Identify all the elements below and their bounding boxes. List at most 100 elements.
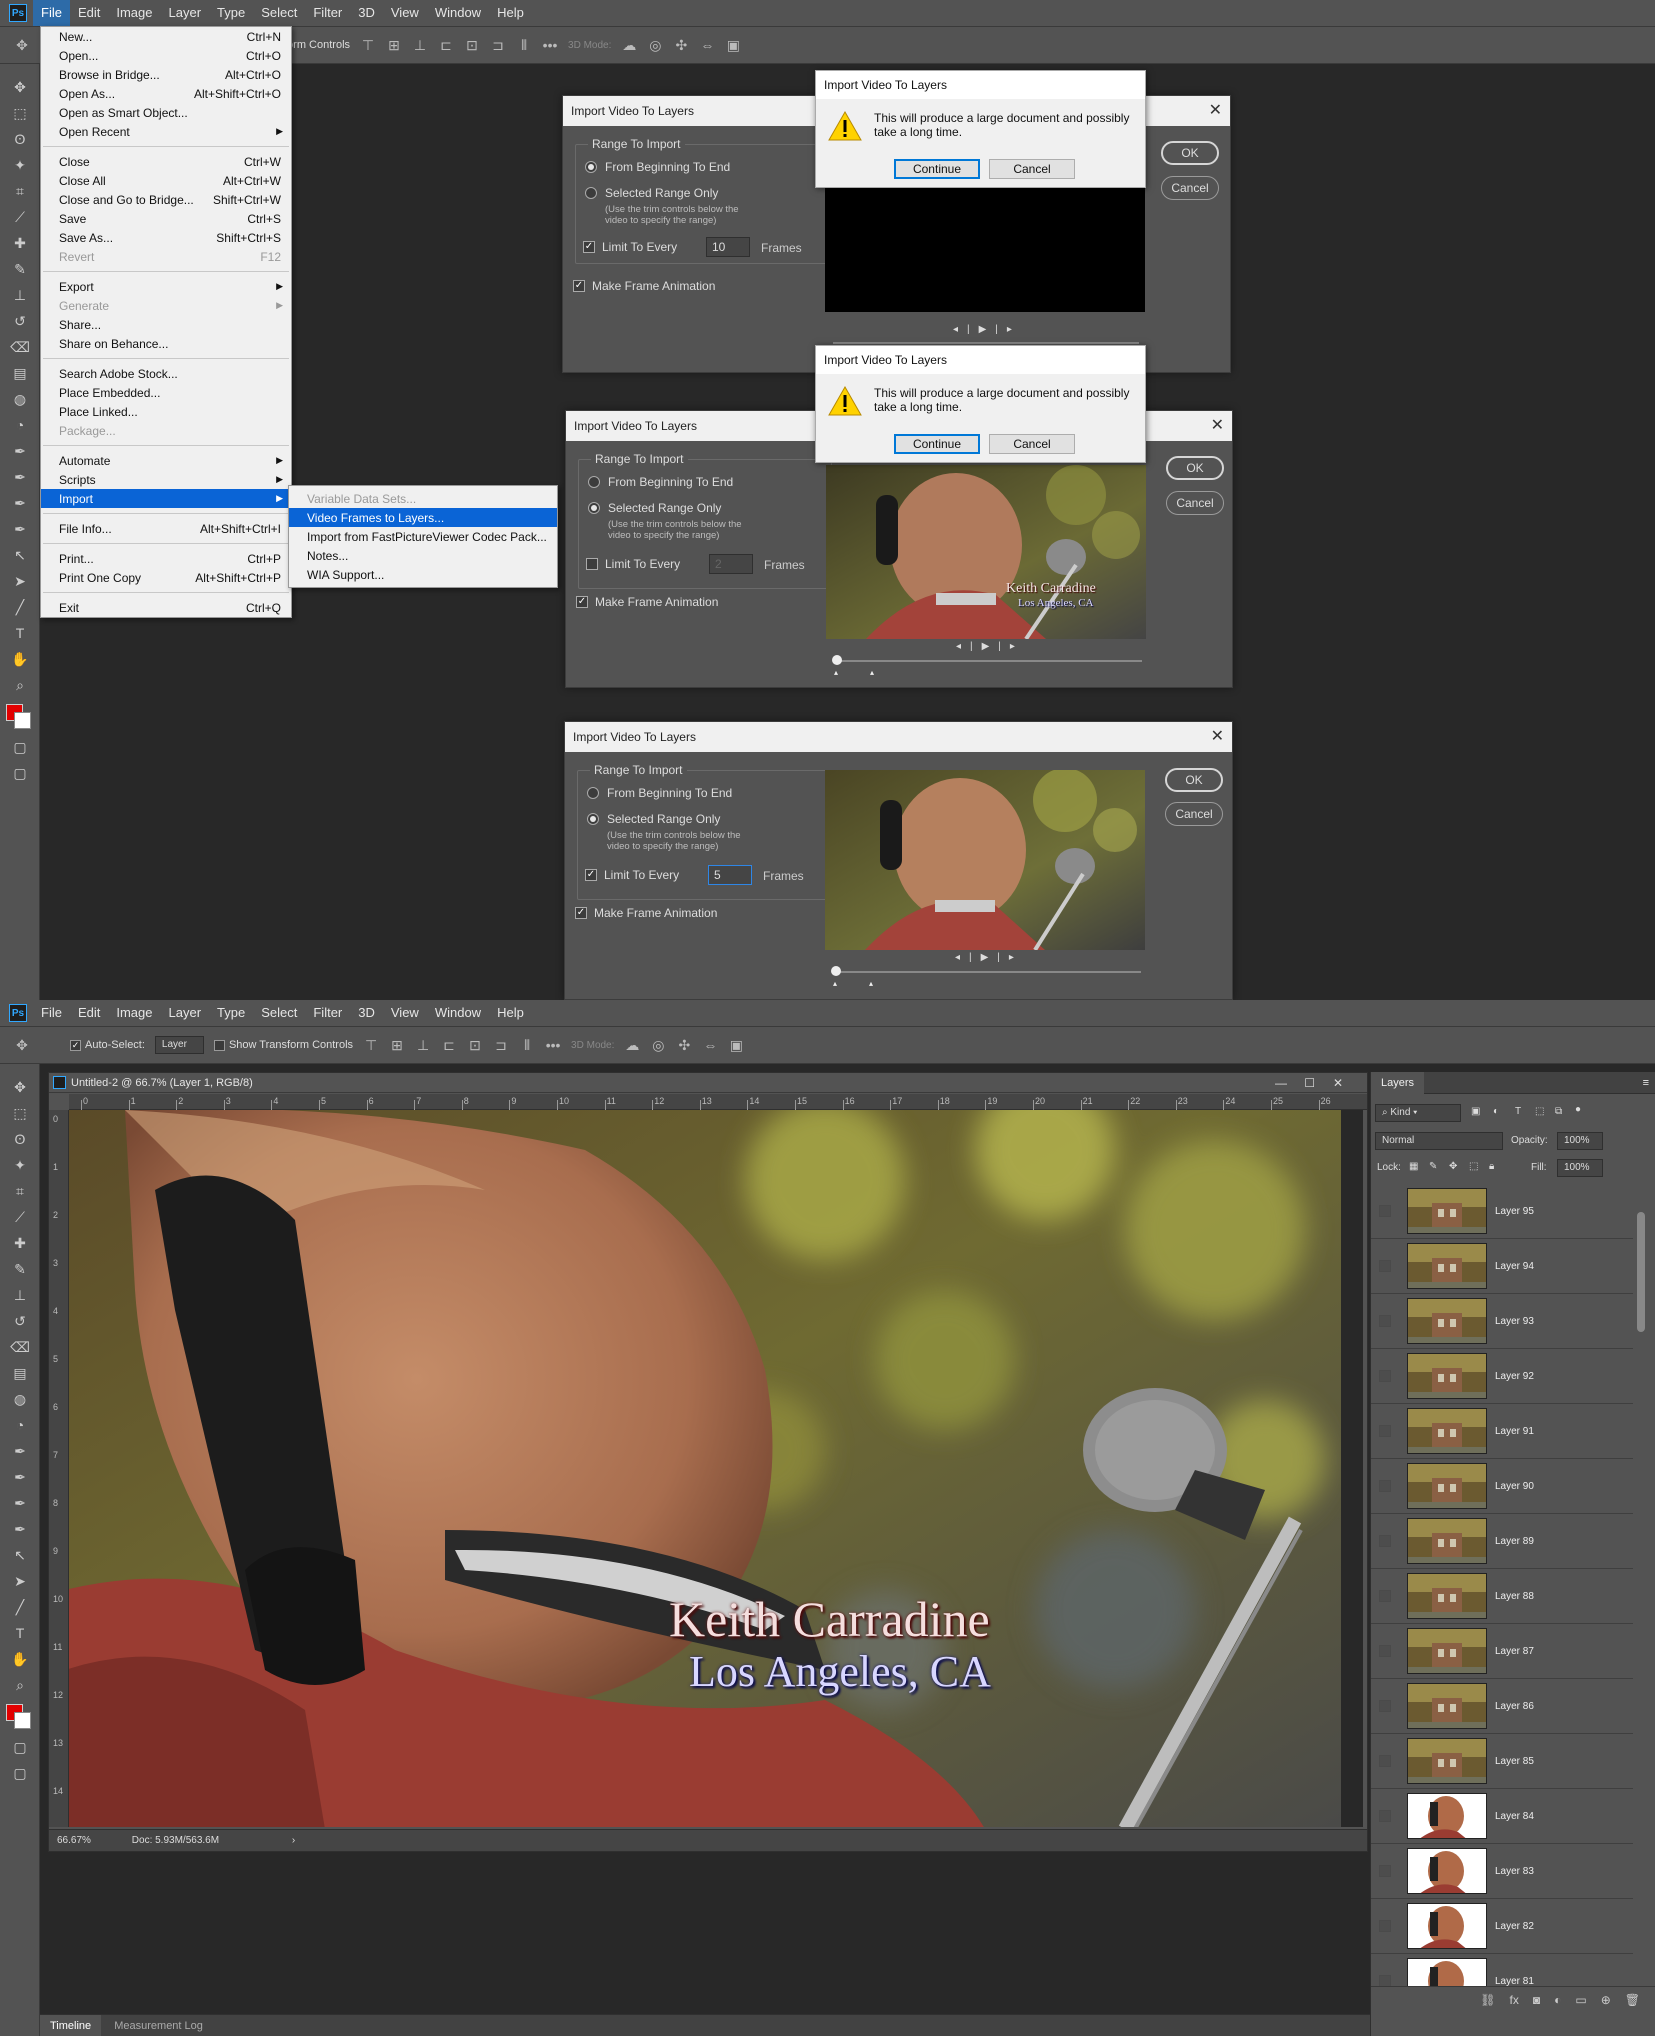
path-select-icon[interactable]: ↖ [0,542,40,568]
trim-slider[interactable] [836,660,1142,662]
direct-select-icon[interactable]: ➤ [0,568,40,594]
file-menu-item-close-and-go-to-bridge[interactable]: Close and Go to Bridge... Shift+Ctrl+W [41,190,291,209]
layer-name[interactable]: Layer 88 [1495,1591,1534,1602]
import-menu-item-import-from-fastpictureviewer-codec-pack[interactable]: Import from FastPictureViewer Codec Pack… [289,527,557,546]
3d-slide-icon[interactable]: ⇔ [699,37,715,53]
quick-mask-icon[interactable]: ▢ [0,1734,40,1760]
document-size[interactable]: Doc: 5.93M/563.6M [132,1835,219,1846]
layer-row[interactable]: Layer 93 [1371,1294,1633,1349]
layer-visibility-toggle[interactable] [1379,1920,1391,1932]
align-left-icon[interactable]: ⊏ [438,37,454,53]
direct-select-icon[interactable]: ➤ [0,1568,40,1594]
background-color[interactable] [14,1712,31,1729]
spot-heal-tool-icon[interactable]: ✚ [0,230,40,256]
layer-visibility-toggle[interactable] [1379,1480,1391,1492]
gradient-tool-icon[interactable]: ▤ [0,360,40,386]
file-menu-item-save[interactable]: Save Ctrl+S [41,209,291,228]
file-menu-item-open[interactable]: Open... Ctrl+O [41,46,291,65]
filter-smart-object-icon[interactable]: ⧉ [1555,1106,1562,1117]
hand-tool-icon[interactable]: ✋ [0,1646,40,1672]
layer-name[interactable]: Layer 94 [1495,1261,1534,1272]
hand-tool-icon[interactable]: ✋ [0,646,40,672]
zoom-tool-icon[interactable]: ⌕ [0,1672,40,1698]
layer-visibility-toggle[interactable] [1379,1370,1391,1382]
more-options-icon[interactable]: ••• [545,1037,561,1053]
layer-visibility-toggle[interactable] [1379,1810,1391,1822]
more-options-icon[interactable]: ••• [542,37,558,53]
auto-select-dropdown[interactable]: Layer [154,1036,204,1054]
import-menu-item-notes[interactable]: Notes... [289,546,557,565]
3d-scale-icon[interactable]: ▣ [725,37,741,53]
file-menu-item-print-one-copy[interactable]: Print One Copy Alt+Shift+Ctrl+P [41,568,291,587]
filter-toggle-icon[interactable]: ● [1575,1104,1581,1115]
quick-select-tool-icon[interactable]: ✦ [0,1152,40,1178]
radio-beginning-to-end[interactable]: From Beginning To End [588,475,733,489]
distribute-icon[interactable]: ⫴ [519,1037,535,1053]
radio-selected-range[interactable]: Selected Range Only [588,501,721,515]
layer-visibility-toggle[interactable] [1379,1260,1391,1272]
menu-help[interactable]: Help [489,1000,532,1026]
radio-beginning-to-end[interactable]: From Beginning To End [587,786,732,800]
file-menu-item-search-adobe-stock[interactable]: Search Adobe Stock... [41,364,291,383]
color-swatches[interactable] [0,698,40,734]
blur-tool-icon[interactable]: ◍ [0,386,40,412]
layer-name[interactable]: Layer 89 [1495,1536,1534,1547]
document-tab[interactable]: Untitled-2 @ 66.7% (Layer 1, RGB/8) — ☐ … [49,1073,1367,1093]
cancel-button[interactable]: Cancel [1166,491,1224,515]
menu-filter[interactable]: Filter [305,1000,350,1026]
file-menu-item-open-as-smart-object[interactable]: Open as Smart Object... [41,103,291,122]
pen-curvature-icon[interactable]: ✒ [0,516,40,542]
layer-name[interactable]: Layer 95 [1495,1206,1534,1217]
layer-row[interactable]: Layer 85 [1371,1734,1633,1789]
pen-alt-tool-icon[interactable]: ✒ [0,464,40,490]
menu-layer[interactable]: Layer [161,1000,210,1026]
quick-mask-icon[interactable]: ▢ [0,734,40,760]
delete-layer-icon[interactable]: 🗑︎ [1625,1993,1640,2007]
3d-roll-icon[interactable]: ◎ [647,37,663,53]
layer-name[interactable]: Layer 81 [1495,1976,1534,1987]
zoom-tool-icon[interactable]: ⌕ [0,672,40,698]
lock-all-icon[interactable]: 🔒︎ [1489,1161,1494,1172]
layer-name[interactable]: Layer 93 [1495,1316,1534,1327]
trim-slider[interactable] [833,342,1139,344]
layer-name[interactable]: Layer 92 [1495,1371,1534,1382]
menu-3d[interactable]: 3D [350,0,383,26]
file-menu-item-share[interactable]: Share... [41,315,291,334]
file-menu-item-exit[interactable]: Exit Ctrl+Q [41,598,291,617]
align-hcenter-icon[interactable]: ⊡ [464,37,480,53]
new-group-icon[interactable]: ▭ [1575,1993,1586,2007]
lock-transparent-icon[interactable]: ▦ [1409,1161,1418,1172]
frame-animation-checkbox[interactable]: ✓ Make Frame Animation [573,279,715,293]
layer-row[interactable]: Layer 90 [1371,1459,1633,1514]
radio-selected-range[interactable]: Selected Range Only [585,186,718,200]
layer-name[interactable]: Layer 84 [1495,1811,1534,1822]
layer-row[interactable]: Layer 87 [1371,1624,1633,1679]
trim-start-handle[interactable] [832,655,842,665]
layer-name[interactable]: Layer 85 [1495,1756,1534,1767]
panel-menu-icon[interactable]: ≡ [1643,1072,1649,1094]
align-bottom-icon[interactable]: ⊥ [415,1037,431,1053]
radio-selected-range[interactable]: Selected Range Only [587,812,720,826]
lock-position-icon[interactable]: ✥ [1449,1161,1457,1172]
ok-button[interactable]: OK [1165,768,1223,792]
eraser-tool-icon[interactable]: ⌫ [0,334,40,360]
limit-checkbox[interactable]: ✓ Limit To Every [585,868,679,882]
zoom-level[interactable]: 66.67% [49,1830,129,1852]
layer-name[interactable]: Layer 91 [1495,1426,1534,1437]
menu-edit[interactable]: Edit [70,0,108,26]
import-menu-item-video-frames-to-layers[interactable]: Video Frames to Layers... [289,508,557,527]
pen-freeform-icon[interactable]: ✒ [0,490,40,516]
file-menu-item-new[interactable]: New... Ctrl+N [41,27,291,46]
radio-beginning-to-end[interactable]: From Beginning To End [585,160,730,174]
layer-visibility-toggle[interactable] [1379,1205,1391,1217]
filter-adjustment-icon[interactable]: ◐ [1493,1106,1499,1117]
file-menu-item-print[interactable]: Print... Ctrl+P [41,549,291,568]
maximize-icon[interactable]: ☐ [1304,1073,1315,1093]
minimize-icon[interactable]: — [1275,1073,1287,1093]
layer-name[interactable]: Layer 87 [1495,1646,1534,1657]
fill-field[interactable]: 100% [1557,1159,1603,1177]
stamp-tool-icon[interactable]: ⊥ [0,282,40,308]
frame-animation-checkbox[interactable]: ✓ Make Frame Animation [576,595,718,609]
alert-cancel-button[interactable]: Cancel [989,434,1075,454]
menu-select[interactable]: Select [253,1000,305,1026]
